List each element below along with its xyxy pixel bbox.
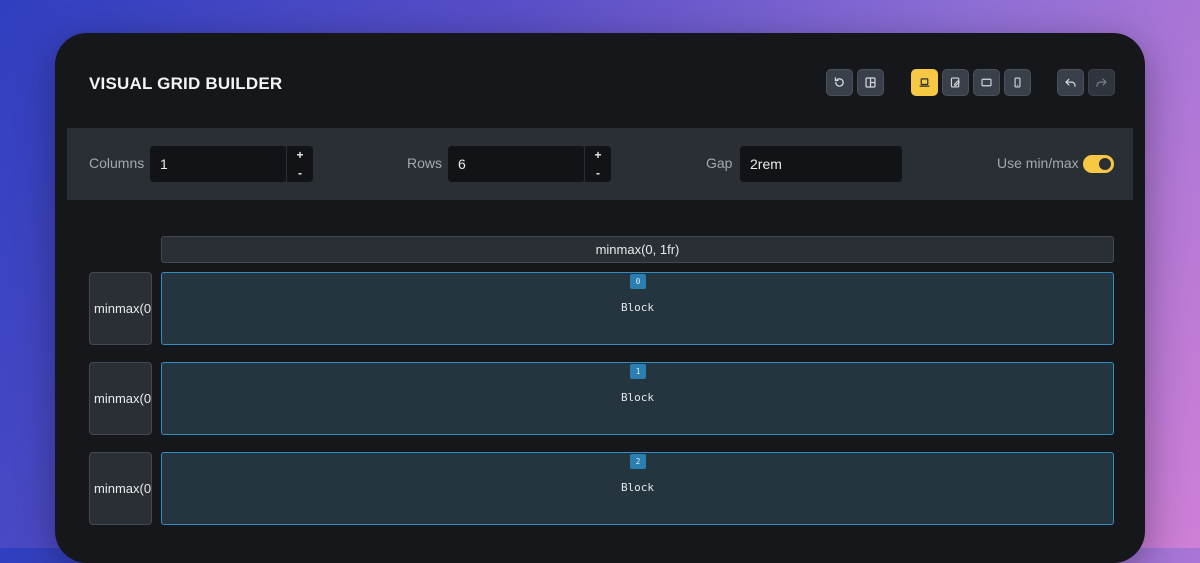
layout-button[interactable] — [857, 69, 884, 96]
rows-stepper: + - — [584, 146, 611, 182]
grid-block[interactable]: 1 Block — [161, 362, 1114, 435]
rows-decrement-button[interactable]: - — [585, 164, 611, 182]
gap-label: Gap — [706, 155, 733, 171]
row-header[interactable]: minmax(0 — [89, 272, 152, 345]
tablet-landscape-icon — [981, 78, 992, 87]
block-label: Block — [620, 391, 655, 404]
toggle-knob — [1099, 158, 1111, 170]
redo-icon — [1096, 78, 1107, 87]
tablet-landscape-view-button[interactable] — [973, 69, 1000, 96]
layout-icon — [865, 77, 876, 88]
gap-input[interactable]: 2rem — [740, 146, 902, 182]
mobile-icon — [1014, 77, 1021, 88]
grid-controls-bar: Columns 1 + - Rows 6 + - Gap 2rem Use mi… — [67, 128, 1133, 200]
columns-increment-button[interactable]: + — [287, 146, 313, 164]
minmax-label: Use min/max — [997, 155, 1079, 171]
redo-button[interactable] — [1088, 69, 1115, 96]
laptop-view-button[interactable] — [911, 69, 938, 96]
laptop-icon — [919, 78, 930, 87]
app-title: VISUAL GRID BUILDER — [89, 74, 283, 93]
tablet-edit-view-button[interactable] — [942, 69, 969, 96]
undo-icon — [1065, 78, 1076, 87]
block-index-badge: 1 — [630, 364, 646, 379]
rows-label: Rows — [407, 155, 443, 171]
block-index-badge: 0 — [630, 274, 646, 289]
row-header[interactable]: minmax(0 — [89, 362, 152, 435]
block-index-badge: 2 — [630, 454, 646, 469]
grid-block[interactable]: 0 Block — [161, 272, 1114, 345]
column-header[interactable]: minmax(0, 1fr) — [161, 236, 1114, 263]
columns-input[interactable]: 1 — [150, 146, 287, 182]
row-header[interactable]: minmax(0 — [89, 452, 152, 525]
columns-label: Columns — [89, 155, 145, 171]
tablet-edit-icon — [950, 77, 960, 88]
columns-stepper: + - — [286, 146, 313, 182]
mobile-view-button[interactable] — [1004, 69, 1031, 96]
rows-increment-button[interactable]: + — [585, 146, 611, 164]
reset-button[interactable] — [826, 69, 853, 96]
undo-button[interactable] — [1057, 69, 1084, 96]
grid-block[interactable]: 2 Block — [161, 452, 1114, 525]
columns-decrement-button[interactable]: - — [287, 164, 313, 182]
app-window: VISUAL GRID BUILDER Columns 1 + - Rows 6… — [55, 33, 1145, 563]
minmax-toggle[interactable] — [1083, 155, 1114, 173]
rows-input[interactable]: 6 — [448, 146, 585, 182]
reset-icon — [834, 77, 844, 87]
block-label: Block — [620, 301, 655, 314]
block-label: Block — [620, 481, 655, 494]
